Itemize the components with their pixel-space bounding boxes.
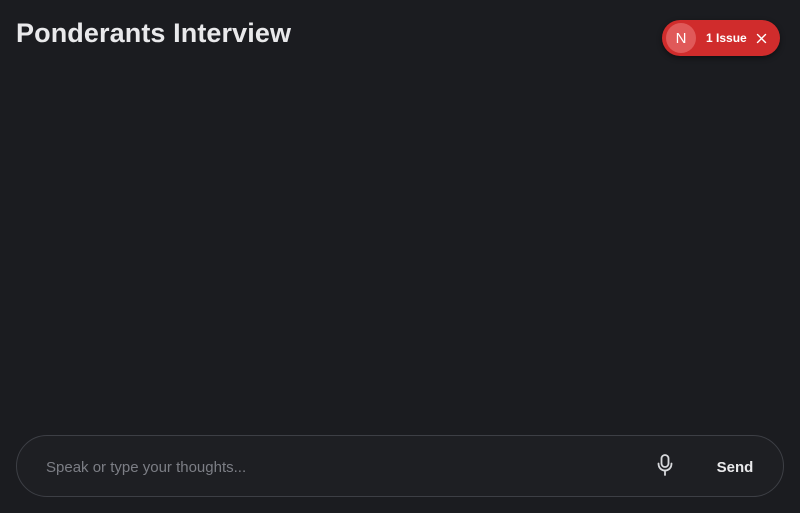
n-logo-badge[interactable]: N (666, 23, 696, 53)
message-composer: Send (16, 435, 784, 497)
close-icon[interactable] (756, 32, 768, 44)
page-title: Ponderants Interview (16, 18, 292, 48)
send-button[interactable]: Send (707, 455, 763, 479)
issue-count-label[interactable]: 1 Issue (706, 31, 747, 45)
issues-indicator-button[interactable]: N 1 Issue (662, 20, 780, 56)
microphone-button[interactable] (653, 453, 677, 482)
microphone-icon[interactable] (655, 453, 675, 482)
message-input[interactable] (46, 454, 626, 480)
page: Ponderants Interview N 1 Issue Send (0, 0, 800, 513)
